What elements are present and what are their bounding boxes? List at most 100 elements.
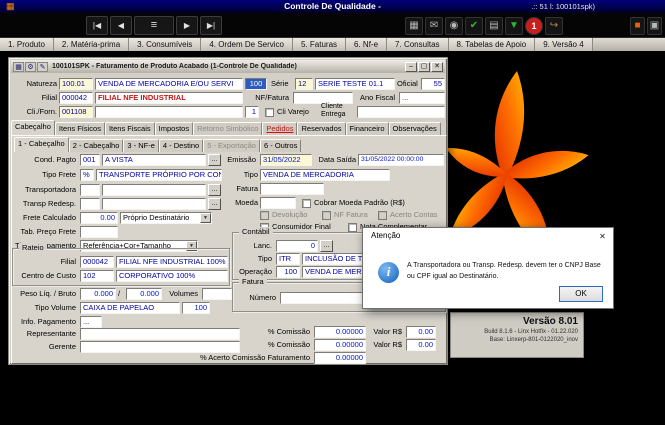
oficial-input[interactable]: 55	[421, 78, 445, 90]
tipo-volume-input[interactable]: CAIXA DE PAPELAO	[80, 302, 180, 314]
lanc-input[interactable]: 0	[276, 240, 318, 252]
tab-impostos[interactable]: Impostos	[155, 122, 193, 135]
representante-input[interactable]	[80, 328, 240, 340]
menu-item-consultas[interactable]: 7. Consultas	[387, 38, 448, 51]
cond-pagto-code-input[interactable]: 001	[80, 154, 100, 166]
valor1-input[interactable]: 0.00	[406, 326, 436, 338]
menu-item-materia-prima[interactable]: 2. Matéria-prima	[54, 38, 129, 51]
maximize-button[interactable]: ▢	[418, 62, 430, 72]
rateio-filial-desc-input[interactable]: FILIAL NFE INDUSTRIAL 100%	[116, 256, 228, 268]
serie-desc-input[interactable]: SERIE TESTE 01.1	[315, 78, 395, 90]
menu-item-versao-4[interactable]: 9. Versão 4	[535, 38, 592, 51]
menu-item-nfe[interactable]: 6. Nf-e	[346, 38, 387, 51]
mail-icon[interactable]: ✉	[425, 17, 443, 35]
chevron-down-icon[interactable]: ▼	[200, 213, 211, 223]
nav-next-button[interactable]: ▶	[176, 16, 198, 35]
cli-varejo-checkbox[interactable]	[265, 108, 274, 117]
natureza-desc-input[interactable]: VENDA DE MERCADORIA E/OU SERVI	[95, 78, 243, 90]
natureza-code-input[interactable]: 100.01	[59, 78, 93, 90]
alert-badge-icon[interactable]: 1	[525, 17, 543, 35]
comissao2-input[interactable]: 0.00000	[314, 339, 366, 351]
cli-forn-code-input[interactable]: 001108	[59, 106, 93, 118]
moeda-input[interactable]	[260, 197, 296, 209]
acerto-comissao-input[interactable]: 0.00000	[314, 352, 366, 364]
close-icon[interactable]: ✕	[595, 230, 610, 243]
subtab-2-cabecalho[interactable]: 2 - Cabeçalho	[69, 139, 124, 152]
valor2-input[interactable]: 0.00	[406, 339, 436, 351]
menu-item-ordem-de-servico[interactable]: 4. Ordem De Servico	[201, 38, 293, 51]
data-saida-input[interactable]: 31/05/2022 00:00:00	[358, 154, 444, 166]
cobrar-moeda-checkbox[interactable]	[302, 199, 311, 208]
peso-liq-input[interactable]: 0.000	[80, 288, 116, 300]
tab-preco-frete-input[interactable]	[80, 226, 118, 238]
frete-calculado-input[interactable]: 0.00	[80, 212, 118, 224]
confirm-check-icon[interactable]: ✔	[465, 17, 483, 35]
subtab-6-outros[interactable]: 6 - Outros	[260, 139, 301, 152]
settings-gear-icon[interactable]: ⚙	[25, 62, 36, 72]
serie-code-input[interactable]: 12	[295, 78, 313, 90]
transportadora-browse-button[interactable]: ...	[208, 184, 221, 196]
cli-forn-desc-input[interactable]	[95, 106, 243, 118]
tipo-input[interactable]: VENDA DE MERCADORIA	[260, 169, 390, 181]
tab-itens-fiscais[interactable]: Itens Fiscais	[105, 122, 155, 135]
cli-forn-qty-input[interactable]: 1	[245, 106, 259, 118]
emissao-input[interactable]: 31/05/2022	[260, 154, 312, 166]
minimize-button[interactable]: –	[405, 62, 417, 72]
nav-last-button[interactable]: ▶|	[200, 16, 222, 35]
nav-previous-button[interactable]: ◀	[110, 16, 132, 35]
nav-first-button[interactable]: |◀	[86, 16, 108, 35]
window-restore-icon[interactable]: ▣	[647, 17, 662, 35]
print-icon[interactable]: ▤	[485, 17, 503, 35]
window-titlebar[interactable]: ▦ ⚙ ✎ 100101SPK - Faturamento de Produto…	[11, 60, 445, 73]
tab-reservados[interactable]: Reservados	[297, 122, 345, 135]
transportadora-desc-input[interactable]	[102, 184, 206, 196]
nav-menu-button[interactable]: ≡	[134, 16, 174, 35]
comissao1-input[interactable]: 0.00000	[314, 326, 366, 338]
tipo-frete-code-input[interactable]: %	[80, 169, 94, 181]
natureza-ref-input[interactable]: 100	[245, 78, 267, 90]
rateio-centro-desc-input[interactable]: CORPORATIVO 100%	[116, 270, 228, 282]
operacao-code-input[interactable]: 100	[276, 266, 300, 278]
rateio-filial-code-input[interactable]: 000042	[80, 256, 114, 268]
form-grid-icon[interactable]: ▦	[13, 62, 24, 72]
ano-fiscal-input[interactable]: ...	[399, 92, 445, 104]
tab-observacoes[interactable]: Observações	[389, 122, 441, 135]
tab-cabecalho[interactable]: Cabeçalho	[11, 120, 55, 135]
close-button[interactable]: ✕	[431, 62, 443, 72]
transp-redesp-code-input[interactable]	[80, 198, 100, 210]
cond-pagto-desc-input[interactable]: A VISTA	[102, 154, 206, 166]
fatura-input[interactable]	[260, 183, 324, 195]
filial-code-input[interactable]: 000042	[59, 92, 93, 104]
lanc-browse-button[interactable]: ...	[320, 240, 333, 252]
subtab-4-destino[interactable]: 4 - Destino	[159, 139, 203, 152]
nota-complementar-checkbox[interactable]	[348, 223, 357, 232]
menu-item-consumiveis[interactable]: 3. Consumíveis	[129, 38, 201, 51]
volumes-input[interactable]	[202, 288, 232, 300]
frete-tipo-combo[interactable]: Próprio Destinatário	[120, 212, 212, 224]
rateio-centro-code-input[interactable]: 102	[80, 270, 114, 282]
tipo-frete-desc-input[interactable]: TRANSPORTE PRÓPRIO POR CONTA D	[96, 169, 222, 181]
subtab-1-cabecalho[interactable]: 1 - Cabeçalho	[14, 137, 69, 152]
transp-redesp-desc-input[interactable]	[102, 198, 206, 210]
cliente-entrega-input[interactable]	[357, 106, 445, 118]
menu-item-produto[interactable]: 1. Produto	[0, 38, 54, 51]
info-pagamento-input[interactable]: ...	[80, 316, 102, 328]
tab-pedidos[interactable]: Pedidos	[262, 122, 297, 135]
tab-financeiro[interactable]: Financeiro	[346, 122, 389, 135]
export-download-icon[interactable]: ▼	[505, 17, 523, 35]
filial-desc-input[interactable]: FILIAL NFE INDUSTRIAL	[95, 92, 243, 104]
ok-button[interactable]: OK	[559, 286, 603, 302]
subtab-3-nfe[interactable]: 3 - NF-e	[123, 139, 159, 152]
menu-item-tabelas-de-apoio[interactable]: 8. Tabelas de Apoio	[449, 38, 536, 51]
contabil-tipo-code-input[interactable]: ITR	[276, 253, 300, 265]
peso-bruto-input[interactable]: 0.000	[126, 288, 162, 300]
calculator-icon[interactable]: ▦	[405, 17, 423, 35]
edit-pencil-icon[interactable]: ✎	[37, 62, 48, 72]
transportadora-code-input[interactable]	[80, 184, 100, 196]
exit-icon[interactable]: ↪	[545, 17, 563, 35]
menu-item-faturas[interactable]: 5. Faturas	[293, 38, 346, 51]
tipo-volume-qty-input[interactable]: 100	[182, 302, 210, 314]
stop-icon[interactable]: ■	[630, 17, 645, 35]
transp-redesp-browse-button[interactable]: ...	[208, 198, 221, 210]
tab-itens-fisicos[interactable]: Itens Físicos	[55, 122, 105, 135]
